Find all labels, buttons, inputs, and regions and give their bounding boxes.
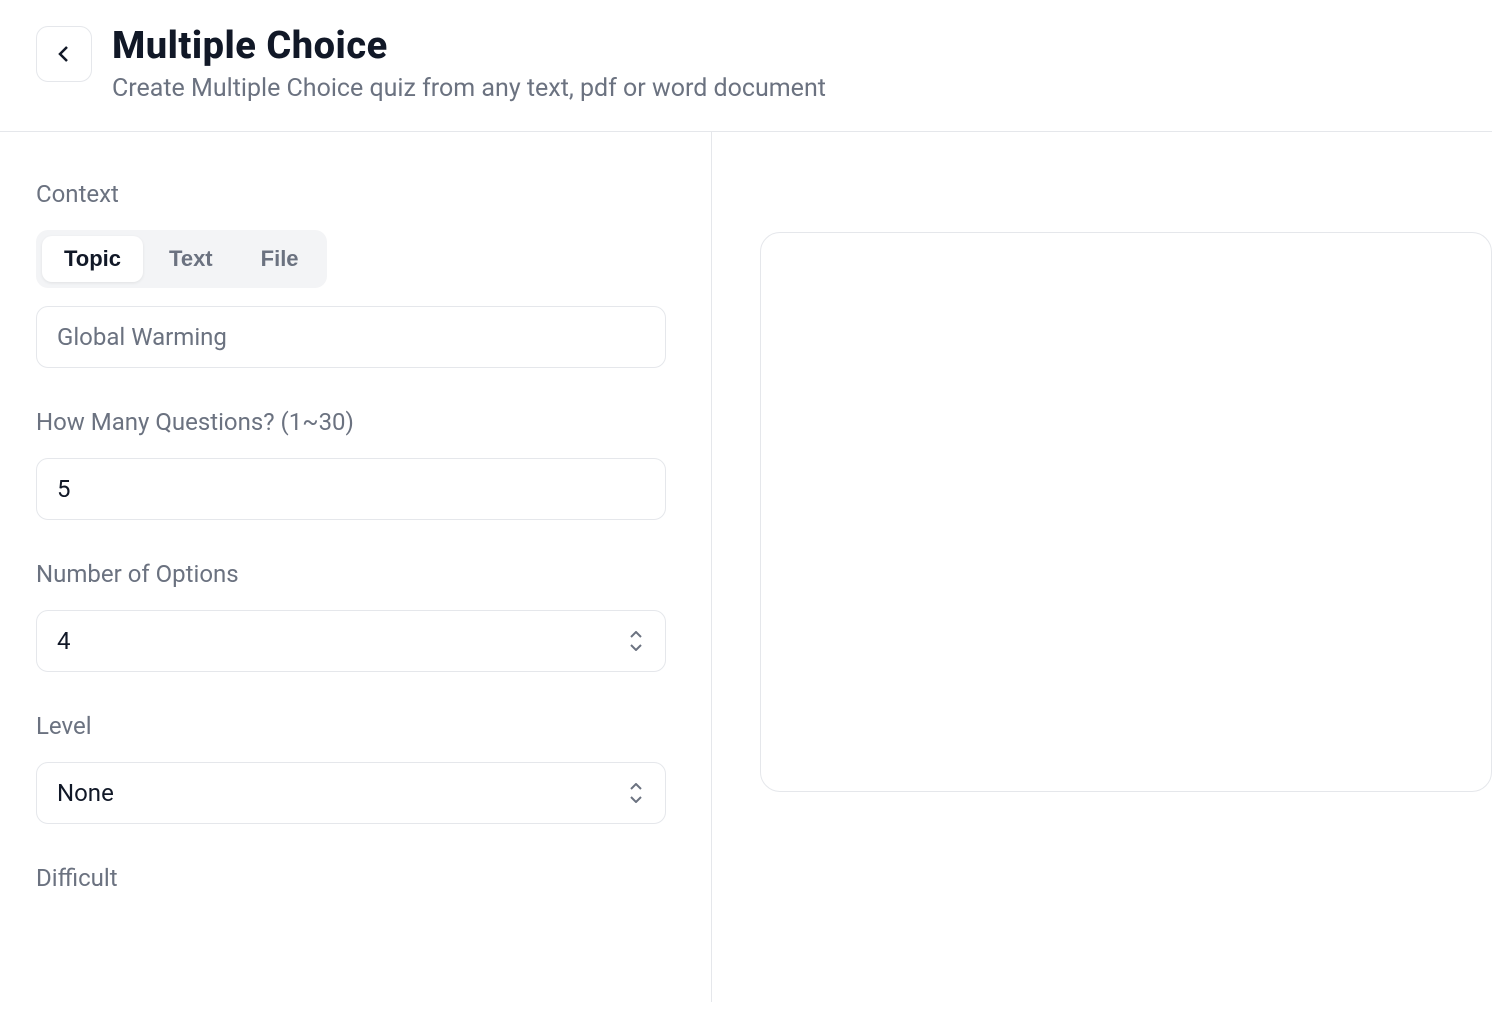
chevron-up-down-icon (627, 782, 645, 804)
context-label: Context (36, 180, 675, 208)
topic-input[interactable] (36, 306, 666, 368)
level-field: Level None (36, 712, 675, 824)
page-header: Multiple Choice Create Multiple Choice q… (0, 0, 1492, 132)
options-field: Number of Options 4 (36, 560, 675, 672)
level-label: Level (36, 712, 675, 740)
tab-text[interactable]: Text (147, 236, 235, 282)
page-subtitle: Create Multiple Choice quiz from any tex… (112, 74, 826, 103)
difficult-field: Difficult (36, 864, 675, 892)
questions-label: How Many Questions? (1~30) (36, 408, 675, 436)
page-title: Multiple Choice (112, 24, 826, 68)
preview-card (760, 232, 1492, 792)
options-select[interactable]: 4 (36, 610, 666, 672)
back-button[interactable] (36, 26, 92, 82)
questions-field: How Many Questions? (1~30) (36, 408, 675, 520)
level-value: None (57, 779, 114, 807)
chevron-up-down-icon (627, 630, 645, 652)
options-value: 4 (57, 627, 71, 655)
tab-topic[interactable]: Topic (42, 236, 143, 282)
context-field: Context Topic Text File (36, 180, 675, 368)
preview-panel (712, 132, 1492, 1002)
form-panel: Context Topic Text File How Many Questio… (0, 132, 712, 1002)
tab-file[interactable]: File (239, 236, 321, 282)
questions-input[interactable] (36, 458, 666, 520)
difficult-label: Difficult (36, 864, 675, 892)
context-tabs: Topic Text File (36, 230, 327, 288)
level-select[interactable]: None (36, 762, 666, 824)
options-label: Number of Options (36, 560, 675, 588)
chevron-left-icon (52, 42, 76, 66)
